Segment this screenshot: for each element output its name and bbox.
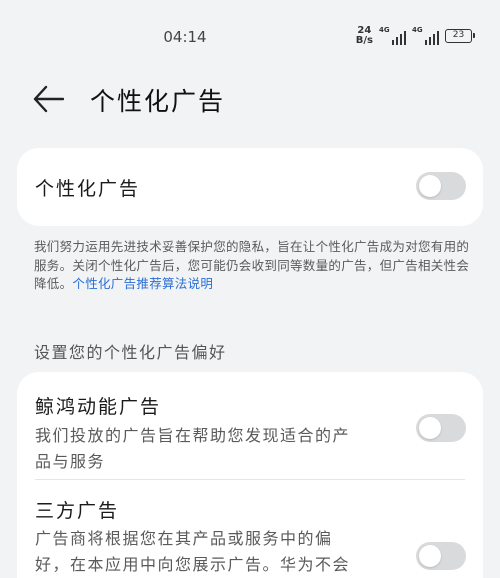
battery-icon: 23	[445, 29, 475, 43]
third-party-ads-title: 三方广告	[35, 500, 120, 522]
page-title: 个性化广告	[90, 87, 226, 116]
status-bar: 04:14 24 B/s 4G 4G 23	[0, 0, 500, 72]
personalized-ads-toggle[interactable]	[416, 172, 466, 200]
network-speed: 24 B/s	[355, 25, 373, 46]
back-arrow-icon[interactable]	[32, 84, 65, 114]
third-party-ads-subtitle: 广告商将根据您在其产品或服务中的偏 好，在本应用中向您展示广告。华为不会	[35, 529, 351, 574]
divider	[35, 479, 465, 480]
toggle-knob	[419, 417, 441, 439]
signal-icon-2: 4G	[412, 26, 439, 45]
toggle-knob	[419, 545, 441, 567]
privacy-description: 我们努力运用先进技术妥善保护您的隐私，旨在让个性化广告成为对您有用的服务。关闭个…	[34, 239, 470, 291]
status-time: 04:14	[163, 28, 207, 46]
whale-ads-toggle[interactable]	[416, 414, 466, 442]
toggle-knob	[419, 175, 441, 197]
whale-ads-title: 鲸鸿动能广告	[35, 396, 162, 418]
third-party-ads-toggle[interactable]	[416, 542, 466, 570]
preferences-card: 鲸鸿动能广告 我们投放的广告旨在帮助您发现适合的产 品与服务 三方广告 广告商将…	[17, 372, 483, 578]
signal-icon: 4G	[379, 26, 406, 45]
algorithm-explanation-link[interactable]: 个性化广告推荐算法说明	[72, 276, 213, 291]
whale-ads-subtitle: 我们投放的广告旨在帮助您发现适合的产 品与服务	[35, 426, 351, 471]
preferences-section-title: 设置您的个性化广告偏好	[34, 343, 227, 362]
status-icons: 24 B/s 4G 4G 23	[355, 25, 475, 46]
page-header: 个性化广告	[0, 80, 500, 120]
personalized-ads-card: 个性化广告	[17, 148, 483, 226]
personalized-ads-label: 个性化广告	[35, 178, 141, 200]
